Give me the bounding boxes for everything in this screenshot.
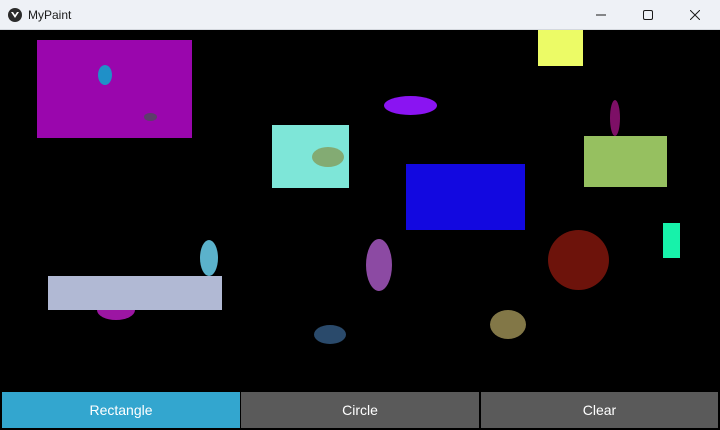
circle-button[interactable]: Circle [241,392,479,428]
canvas-rectangle [584,136,667,187]
canvas-ellipse [312,147,344,167]
canvas-ellipse [314,325,346,344]
drawing-canvas[interactable] [0,30,720,392]
canvas-rectangle [37,40,192,138]
title-bar: MyPaint [0,0,720,30]
close-icon [690,9,700,20]
canvas-ellipse [490,310,526,339]
clear-button[interactable]: Clear [481,392,718,428]
maximize-button[interactable] [625,0,671,29]
canvas-ellipse [366,239,392,291]
canvas-rectangle [48,276,222,310]
minimize-icon [596,14,606,15]
canvas-ellipse [98,65,112,85]
app-logo-icon [8,8,22,22]
canvas-rectangle [663,223,680,258]
canvas-rectangle [538,30,583,66]
canvas-ellipse [200,240,218,276]
canvas-ellipse [384,96,437,115]
maximize-icon [643,9,653,20]
tool-bar: Rectangle Circle Clear [0,392,720,430]
canvas-ellipse [144,113,157,121]
close-button[interactable] [672,0,718,29]
window-title: MyPaint [28,8,72,22]
canvas-ellipse [610,100,620,136]
canvas-ellipse [548,230,609,290]
app-window: MyPaint Rectangle Circle Clear [0,0,720,430]
rectangle-button[interactable]: Rectangle [2,392,240,428]
canvas-rectangle [406,164,525,230]
minimize-button[interactable] [578,0,624,29]
